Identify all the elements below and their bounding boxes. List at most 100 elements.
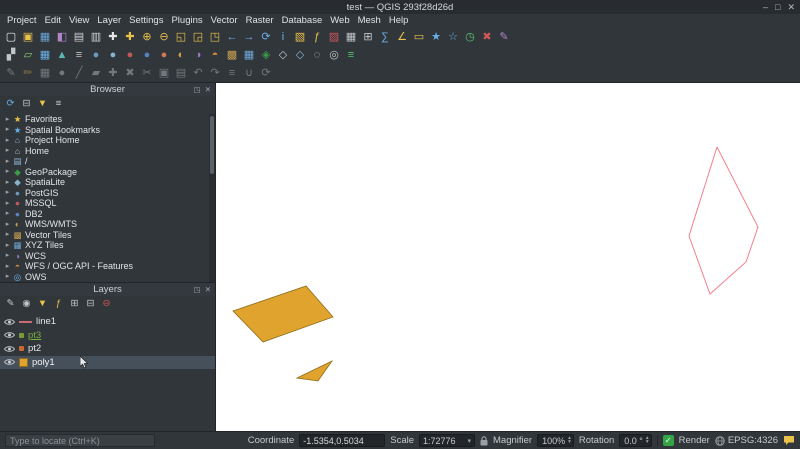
paste-features-icon[interactable]: ▤ <box>173 65 189 81</box>
browser-scrollbar[interactable] <box>209 114 215 282</box>
filter-legend-icon[interactable]: ▼ <box>36 298 49 311</box>
panel-close-button[interactable]: ✕ <box>205 285 211 294</box>
select-by-expression-icon[interactable]: ƒ <box>309 29 325 45</box>
expand-arrow-icon[interactable]: ▸ <box>3 221 12 228</box>
new-bookmark-icon[interactable]: ★ <box>428 29 444 45</box>
scale-combo[interactable]: 1:72776 ▾ <box>419 434 475 447</box>
zoom-next-icon[interactable]: → <box>241 29 257 45</box>
browser-item-db2[interactable]: ▸ ● DB2 <box>0 209 215 220</box>
temporal-controller-icon[interactable]: ◷ <box>462 29 478 45</box>
layout-manager-icon[interactable]: ▥ <box>88 29 104 45</box>
vertex-tool-icon[interactable]: ✚ <box>105 65 121 81</box>
browser-item-postgis[interactable]: ▸ ● PostGIS <box>0 188 215 199</box>
map-canvas[interactable] <box>216 83 800 431</box>
crs-button[interactable]: EPSG:4326 <box>715 435 778 446</box>
modify-attributes-icon[interactable]: ≡ <box>224 65 240 81</box>
expand-arrow-icon[interactable]: ▸ <box>3 147 12 154</box>
browser-properties-icon[interactable]: ≡ <box>52 98 65 111</box>
add-postgis-layer-icon[interactable]: ● <box>88 47 104 63</box>
rotate-feature-icon[interactable]: ⟳ <box>258 65 274 81</box>
measure-icon[interactable]: ∠ <box>394 29 410 45</box>
map-tips-icon[interactable]: ▭ <box>411 29 427 45</box>
menu-project[interactable]: Project <box>3 15 41 26</box>
maximize-button[interactable]: □ <box>775 2 780 12</box>
render-checkbox[interactable]: ✓ <box>662 435 674 446</box>
spin-down-icon[interactable]: ▾ <box>646 439 649 445</box>
zoom-in-icon[interactable]: ⊕ <box>139 29 155 45</box>
menu-plugins[interactable]: Plugins <box>167 15 206 26</box>
layer-item-line1[interactable]: line1 <box>0 315 215 329</box>
data-source-manager-icon[interactable]: ▞ <box>3 47 19 63</box>
menu-view[interactable]: View <box>65 15 93 26</box>
add-oracle-layer-icon[interactable]: ● <box>156 47 172 63</box>
expand-arrow-icon[interactable]: ▸ <box>3 200 12 207</box>
menu-edit[interactable]: Edit <box>41 15 65 26</box>
new-shapefile-layer-icon[interactable]: ◇ <box>275 47 291 63</box>
add-raster-layer-icon[interactable]: ▦ <box>37 47 53 63</box>
layer-visibility-toggle[interactable] <box>4 318 15 326</box>
browser-collapse-all-icon[interactable]: ⊟ <box>20 98 33 111</box>
new-virtual-layer-icon[interactable]: ◎ <box>326 47 342 63</box>
browser-panel-titlebar[interactable]: Browser ◳ ✕ <box>0 83 215 96</box>
delete-selected-icon[interactable]: ✖ <box>122 65 138 81</box>
toggle-editing-icon[interactable]: ✏ <box>20 65 36 81</box>
browser-item-ows[interactable]: ▸ ◎ OWS <box>0 272 215 283</box>
new-geopackage-layer-icon[interactable]: ◈ <box>258 47 274 63</box>
panel-close-button[interactable]: ✕ <box>205 85 211 94</box>
zoom-to-layer-icon[interactable]: ◳ <box>207 29 223 45</box>
redo-icon[interactable]: ↷ <box>207 65 223 81</box>
new-spatialite-layer-icon[interactable]: ◇ <box>292 47 308 63</box>
browser-item-favorites[interactable]: ▸ ★ Favorites <box>0 114 215 125</box>
menu-vector[interactable]: Vector <box>207 15 242 26</box>
statistical-summary-icon[interactable]: ∑ <box>377 29 393 45</box>
cut-features-icon[interactable]: ✂ <box>139 65 155 81</box>
browser-item-spatialite[interactable]: ▸ ◆ SpatiaLite <box>0 177 215 188</box>
add-delimited-text-icon[interactable]: ≡ <box>71 47 87 63</box>
expand-arrow-icon[interactable]: ▸ <box>3 168 12 175</box>
spinner-arrows[interactable]: ▴ ▾ <box>568 435 571 444</box>
select-features-icon[interactable]: ▧ <box>292 29 308 45</box>
new-temporary-scratch-layer-icon[interactable]: ◌ <box>309 47 325 63</box>
browser-scrollbar-thumb[interactable] <box>210 116 214 174</box>
add-vector-layer-icon[interactable]: ▱ <box>20 47 36 63</box>
python-console-icon[interactable]: ≡ <box>343 47 359 63</box>
add-db2-layer-icon[interactable]: ● <box>139 47 155 63</box>
show-bookmarks-icon[interactable]: ☆ <box>445 29 461 45</box>
deselect-features-icon[interactable]: ▨ <box>326 29 342 45</box>
browser-item-spatial-bookmarks[interactable]: ▸ ★ Spatial Bookmarks <box>0 125 215 136</box>
add-vector-tile-layer-icon[interactable]: ▩ <box>224 47 240 63</box>
expand-arrow-icon[interactable]: ▸ <box>3 116 12 123</box>
add-wcs-layer-icon[interactable]: ◑ <box>190 47 206 63</box>
add-point-feature-icon[interactable]: ● <box>54 65 70 81</box>
menu-mesh[interactable]: Mesh <box>354 15 385 26</box>
layer-visibility-toggle[interactable] <box>4 358 15 366</box>
browser-item-project-home[interactable]: ▸ ⌂ Project Home <box>0 135 215 146</box>
layer-item-pt3[interactable]: pt3 <box>0 329 215 343</box>
coordinate-input[interactable] <box>299 434 386 447</box>
minimize-button[interactable]: – <box>763 2 768 12</box>
layer-visibility-toggle[interactable] <box>4 331 15 339</box>
layer-item-poly1[interactable]: poly1 <box>0 355 215 369</box>
magnifier-spinbox[interactable]: 100% ▴ ▾ <box>537 434 574 447</box>
rotation-spinbox[interactable]: 0.0 ° ▴ ▾ <box>619 434 652 447</box>
remove-layer-icon[interactable]: ⊖ <box>100 298 113 311</box>
layers-panel-titlebar[interactable]: Layers ◳ ✕ <box>0 283 215 296</box>
layer-visibility-toggle[interactable] <box>4 345 15 353</box>
expand-arrow-icon[interactable]: ▸ <box>3 179 12 186</box>
menu-web[interactable]: Web <box>326 15 353 26</box>
browser-item-home[interactable]: ▸ ⌂ Home <box>0 146 215 157</box>
field-calculator-icon[interactable]: ⊞ <box>360 29 376 45</box>
browser-item-geopackage[interactable]: ▸ ◆ GeoPackage <box>0 167 215 178</box>
zoom-to-selection-icon[interactable]: ◲ <box>190 29 206 45</box>
scale-lock-icon[interactable] <box>480 435 488 446</box>
expand-arrow-icon[interactable]: ▸ <box>3 231 12 238</box>
add-wfs-layer-icon[interactable]: ◓ <box>207 47 223 63</box>
panel-detach-button[interactable]: ◳ <box>194 85 201 94</box>
panel-detach-button[interactable]: ◳ <box>194 285 201 294</box>
undo-icon[interactable]: ↶ <box>190 65 206 81</box>
expand-arrow-icon[interactable]: ▸ <box>3 263 12 270</box>
menu-raster[interactable]: Raster <box>242 15 278 26</box>
expand-arrow-icon[interactable]: ▸ <box>3 252 12 259</box>
expand-all-icon[interactable]: ⊞ <box>68 298 81 311</box>
menu-database[interactable]: Database <box>278 15 327 26</box>
